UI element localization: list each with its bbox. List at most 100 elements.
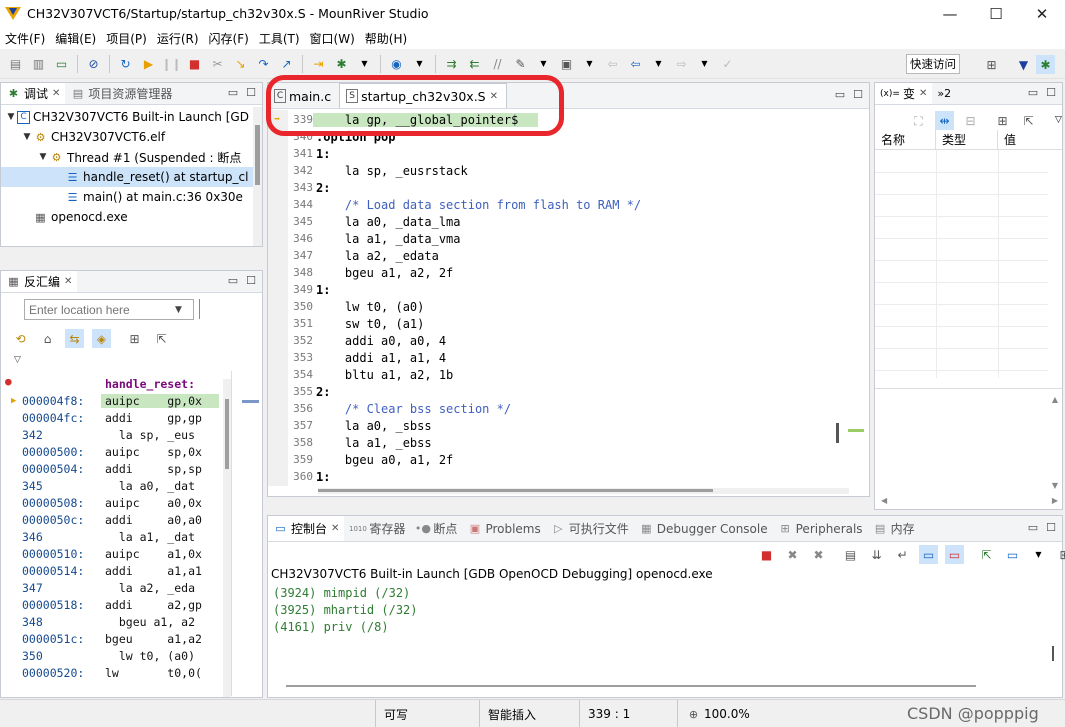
menu-project[interactable]: 项目(P)	[105, 30, 154, 47]
terminate-icon[interactable]: ■	[185, 54, 204, 73]
new-view-icon[interactable]: ⊞	[125, 329, 144, 348]
disassembly-row[interactable]: 345 la a0, _dat	[1, 477, 219, 494]
maximize-view-icon[interactable]: ☐	[853, 88, 863, 101]
scroll-thumb[interactable]	[225, 399, 229, 469]
show-source-icon[interactable]: ◈	[92, 329, 111, 348]
disassembly-row[interactable]: 347 la a2, _eda	[1, 579, 219, 596]
column-name[interactable]: 名称	[875, 130, 936, 149]
menu-run[interactable]: 运行(R)	[156, 30, 206, 47]
variables-detail-pane[interactable]	[875, 388, 1062, 509]
disassembly-row[interactable]: 0000050c: addi a0,a0	[1, 511, 219, 528]
breakpoint-icon[interactable]: ●	[5, 375, 12, 388]
debug-view-scrollbar[interactable]	[253, 107, 262, 246]
disassembly-row[interactable]: 00000520: lw t0,0(	[1, 664, 219, 681]
forward-icon[interactable]: ⇨	[672, 54, 691, 73]
tree-item-frame-handle-reset[interactable]: ☰ handle_reset() at startup_cl	[1, 167, 254, 187]
dropdown-icon[interactable]: ▼	[695, 54, 714, 73]
display-console-icon[interactable]: ▭	[1003, 545, 1022, 564]
code-line[interactable]: 352 addi a0, a0, 4	[268, 332, 855, 349]
code-line[interactable]: 350 lw t0, (a0)	[268, 298, 855, 315]
code-line[interactable]: 356 /* Clear bss section */	[268, 400, 855, 417]
show-logical-icon[interactable]: ⇹	[935, 111, 954, 130]
more-views-button[interactable]: »2	[932, 83, 956, 104]
maximize-view-icon[interactable]: ☐	[1046, 86, 1056, 99]
terminate-icon[interactable]: ■	[757, 545, 776, 564]
step-into-icon[interactable]: ↘	[231, 54, 250, 73]
disassembly-row[interactable]: 350 lw t0, (a0)	[1, 647, 219, 664]
dropdown-icon[interactable]: ▼	[410, 54, 429, 73]
disassembly-row[interactable]: 00000518: addi a2,gp	[1, 596, 219, 613]
console-view-icon[interactable]: ▭	[52, 54, 71, 73]
instruction-step-icon[interactable]: ⇥	[309, 54, 328, 73]
chevron-down-icon[interactable]: ▼	[175, 305, 182, 315]
maximize-view-icon[interactable]: ☐	[246, 86, 256, 99]
disassembly-row[interactable]: 00000514: addi a1,a1	[1, 562, 219, 579]
disassembly-row[interactable]: 346 la a1, _dat	[1, 528, 219, 545]
close-icon[interactable]: ✕	[919, 88, 927, 99]
code-line[interactable]: 341 1:	[268, 145, 855, 162]
minimize-view-icon[interactable]: ▭	[228, 274, 238, 287]
code-line[interactable]: 342 la sp, _eusrstack	[268, 162, 855, 179]
code-line[interactable]: 355 2:	[268, 383, 855, 400]
maximize-view-icon[interactable]: ☐	[246, 274, 256, 287]
view-menu-icon[interactable]: ▽	[1049, 111, 1065, 130]
disconnect-icon[interactable]: ✂	[208, 54, 227, 73]
tab-debug[interactable]: ✱ 调试 ✕	[1, 83, 66, 104]
tab-registers[interactable]: 1010 寄存器	[344, 518, 410, 540]
resume-icon[interactable]: ▶	[139, 54, 158, 73]
editor-vscroll-thumb[interactable]	[836, 423, 839, 443]
column-value[interactable]: 值	[998, 130, 1062, 149]
show-on-output-icon[interactable]: ▭	[919, 545, 938, 564]
minimize-view-icon[interactable]: ▭	[835, 88, 845, 101]
disassembly-row[interactable]: 00000508: auipc a0,0x	[1, 494, 219, 511]
location-combo[interactable]: ▼	[24, 299, 194, 320]
code-line[interactable]: 359 bgeu a0, a1, 2f	[268, 451, 855, 468]
close-icon[interactable]: ✕	[52, 88, 60, 99]
remove-all-icon[interactable]: ✖	[809, 545, 828, 564]
edit-icon[interactable]: ✎	[511, 54, 530, 73]
code-line[interactable]: 357 la a0, _sbss	[268, 417, 855, 434]
debug-perspective-icon[interactable]: ✱	[1036, 55, 1055, 74]
scroll-right-icon[interactable]: ▶	[1052, 496, 1058, 505]
chevron-down-icon[interactable]: ▼	[5, 112, 17, 122]
dropdown-icon[interactable]: ▼	[580, 54, 599, 73]
next-annotation-icon[interactable]: ⇉	[442, 54, 461, 73]
save-icon[interactable]: ▤	[6, 54, 25, 73]
step-over-icon[interactable]: ↷	[254, 54, 273, 73]
maximize-button[interactable]: ☐	[973, 0, 1019, 27]
refresh-icon[interactable]: ⟲	[11, 329, 30, 348]
disassembly-row[interactable]: 342 la sp, _eus	[1, 426, 219, 443]
step-return-icon[interactable]: ↗	[277, 54, 296, 73]
code-line[interactable]: 347 la a2, _edata	[268, 247, 855, 264]
open-console-icon[interactable]: ⊞	[1055, 545, 1065, 564]
code-line[interactable]: 348 bgeu a1, a2, 2f	[268, 264, 855, 281]
target-icon[interactable]: ◉	[387, 54, 406, 73]
disassembly-row[interactable]: 000004f8: auipc gp,0x ▶	[1, 392, 219, 409]
scroll-thumb[interactable]	[318, 489, 713, 492]
home-icon[interactable]: ⌂	[38, 329, 57, 348]
show-types-icon[interactable]: ⛶	[909, 111, 928, 130]
tab-breakpoints[interactable]: •● 断点	[410, 518, 462, 540]
suspend-icon[interactable]: ❙❙	[161, 54, 181, 73]
back-history-icon[interactable]: ⇦	[603, 54, 622, 73]
pin-console-icon[interactable]: ⇱	[977, 545, 996, 564]
tab-problems[interactable]: ▣ Problems	[462, 518, 545, 540]
tree-item-thread[interactable]: ▼ ⚙ Thread #1 (Suspended : 断点	[1, 147, 254, 167]
console-hscroll[interactable]	[286, 685, 976, 687]
close-button[interactable]: ✕	[1019, 0, 1065, 27]
save-all-icon[interactable]: ▥	[29, 54, 48, 73]
tab-disassembly[interactable]: ▦ 反汇编 ✕	[1, 271, 78, 292]
location-input[interactable]	[29, 302, 175, 317]
column-type[interactable]: 类型	[936, 130, 998, 149]
debug-run-icon[interactable]: ✱	[332, 54, 351, 73]
minimize-button[interactable]: —	[927, 0, 973, 27]
menu-help[interactable]: 帮助(H)	[364, 30, 414, 47]
prev-annotation-icon[interactable]: ⇇	[465, 54, 484, 73]
console-vscroll-thumb[interactable]	[1052, 646, 1054, 661]
disassembly-row[interactable]: 00000510: auipc a1,0x	[1, 545, 219, 562]
close-icon[interactable]: ✕	[490, 91, 498, 102]
minimize-view-icon[interactable]: ▭	[1028, 521, 1038, 534]
chevron-down-icon[interactable]: ▼	[37, 152, 49, 162]
tab-project-explorer[interactable]: ▤ 项目资源管理器	[65, 83, 177, 104]
scroll-down-icon[interactable]: ▼	[1052, 481, 1058, 490]
